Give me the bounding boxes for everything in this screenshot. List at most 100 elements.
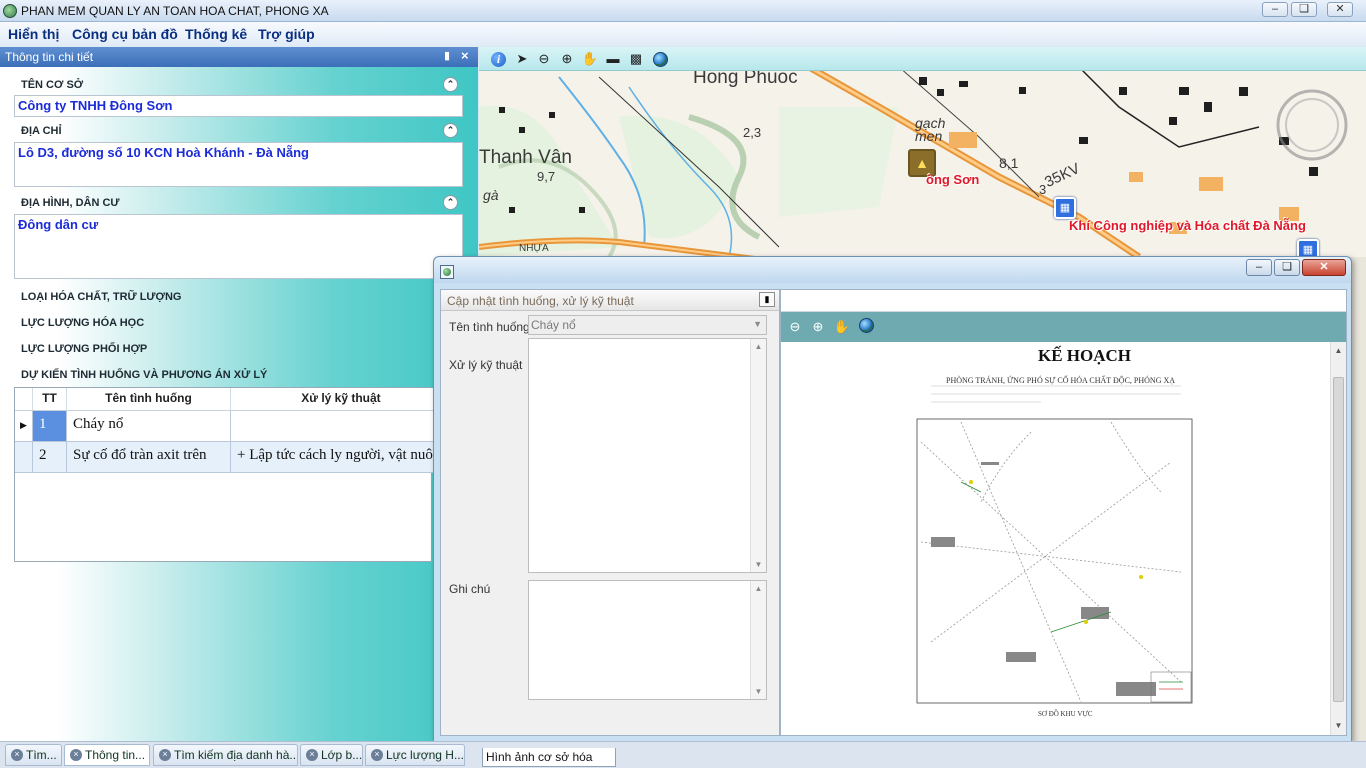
window-title: PHAN MEM QUAN LY AN TOAN HOA CHAT, PHONG… bbox=[21, 4, 329, 18]
map-label-9-7: 9,7 bbox=[537, 169, 556, 184]
notes-textarea[interactable]: ▲ ▼ bbox=[528, 580, 767, 700]
close-tab-icon[interactable]: × bbox=[159, 749, 171, 761]
facility-name-field[interactable]: Công ty TNHH Đông Sơn bbox=[14, 95, 463, 117]
pan-hand-icon[interactable]: ✋ bbox=[833, 318, 851, 336]
tab-label: Lực lượng H... bbox=[386, 748, 464, 762]
row-treatment-cell[interactable]: + Lập tức cách ly người, vật nuôi bbox=[231, 442, 451, 473]
row-tt-cell[interactable]: 2 bbox=[33, 442, 67, 473]
grid-header-tt[interactable]: TT bbox=[33, 388, 67, 411]
minimize-button[interactable]: – bbox=[1262, 2, 1288, 17]
pointer-icon[interactable]: ➤ bbox=[513, 50, 531, 68]
menu-bar: Hiển thị Công cụ bản đồ Thống kê Trợ giú… bbox=[0, 22, 1366, 46]
map-label-3: 3 bbox=[1039, 182, 1047, 197]
address-field[interactable]: Lô D3, đường số 10 KCN Hoà Khánh - Đà Nẵ… bbox=[14, 142, 463, 187]
measure-distance-icon[interactable]: ▬ bbox=[604, 50, 622, 68]
map-label-2-3: 2,3 bbox=[743, 125, 762, 140]
pin-icon[interactable]: ▮ bbox=[444, 49, 450, 62]
row-indicator-cell[interactable] bbox=[15, 442, 33, 473]
close-tab-icon[interactable]: × bbox=[371, 749, 383, 761]
tab-forces[interactable]: × Lực lượng H... bbox=[365, 744, 465, 766]
scenario-name-select[interactable]: Cháy nổ ▼ bbox=[528, 315, 767, 335]
coordination-forces-section-label[interactable]: LỰC LƯỢNG PHỐI HỢP bbox=[21, 343, 147, 355]
scroll-down-icon[interactable]: ▼ bbox=[1331, 719, 1346, 733]
address-section-label: ĐỊA CHỈ bbox=[21, 125, 62, 137]
dialog-maximize-button[interactable]: ❑ bbox=[1274, 259, 1300, 276]
map-toolbar: i ➤ ⊖ ⊕ ✋ ▬ ▩ bbox=[479, 47, 1366, 71]
collapse-address-icon[interactable]: ⌃ bbox=[443, 123, 458, 138]
close-button[interactable]: ✕ bbox=[1327, 2, 1353, 17]
tab-label: Lớp b... bbox=[321, 748, 363, 762]
map-label-ga: gà bbox=[483, 187, 499, 203]
scroll-thumb[interactable] bbox=[1333, 377, 1344, 702]
close-tab-icon[interactable]: × bbox=[70, 749, 82, 761]
scroll-down-icon[interactable]: ▼ bbox=[751, 684, 766, 699]
treatment-scrollbar[interactable]: ▲ ▼ bbox=[750, 339, 766, 572]
map-label-gach-men: gạch men bbox=[915, 115, 946, 144]
close-tab-icon[interactable]: × bbox=[306, 749, 318, 761]
map-marker-dong-son-label: ông Sơn bbox=[926, 172, 980, 187]
pan-hand-icon[interactable]: ✋ bbox=[581, 50, 599, 68]
tab-place-search[interactable]: × Tìm kiếm địa danh hà... bbox=[153, 744, 298, 766]
tab-search[interactable]: × Tìm... bbox=[5, 744, 62, 766]
address-value: Lô D3, đường số 10 KCN Hoà Khánh - Đà Nẵ… bbox=[18, 145, 309, 160]
scroll-up-icon[interactable]: ▲ bbox=[751, 581, 766, 596]
row-selector-icon[interactable]: ▶ bbox=[15, 411, 33, 442]
dialog-caption-bar[interactable]: – ❑ ✕ bbox=[434, 257, 1351, 283]
pin-icon[interactable]: ▮ bbox=[759, 292, 775, 307]
grid-header-treatment[interactable]: Xử lý kỹ thuật bbox=[231, 388, 451, 411]
row-treatment-cell[interactable] bbox=[231, 411, 451, 442]
scroll-up-icon[interactable]: ▲ bbox=[751, 339, 766, 354]
row-tt-cell[interactable]: 1 bbox=[33, 411, 67, 442]
row-name-cell[interactable]: Cháy nổ bbox=[67, 411, 231, 442]
treatment-textarea[interactable]: ▲ ▼ bbox=[528, 338, 767, 573]
zoom-out-icon[interactable]: ⊖ bbox=[535, 50, 553, 68]
scenario-grid[interactable]: TT Tên tình huống Xử lý kỹ thuật ▶ 1 Chá… bbox=[14, 387, 451, 562]
info-icon[interactable]: i bbox=[491, 52, 506, 67]
tab-facility-image[interactable]: Hình ảnh cơ sở hóa chất bbox=[482, 748, 616, 767]
row-name-cell[interactable]: Sự cố đổ tràn axit trên bbox=[67, 442, 231, 473]
details-panel-header: Thông tin chi tiết ▮ × bbox=[0, 47, 478, 67]
collapse-terrain-icon[interactable]: ⌃ bbox=[443, 195, 458, 210]
app-icon bbox=[3, 4, 17, 18]
close-tab-icon[interactable]: × bbox=[11, 749, 23, 761]
grid-header-name[interactable]: Tên tình huống bbox=[67, 388, 231, 411]
tab-details[interactable]: × Thông tin... bbox=[64, 744, 150, 766]
menu-statistics[interactable]: Thống kê bbox=[185, 26, 247, 42]
maximize-button[interactable]: ❑ bbox=[1291, 2, 1317, 17]
scenario-name-value: Cháy nổ bbox=[531, 318, 576, 332]
tab-label: Thông tin... bbox=[85, 748, 146, 762]
terrain-field[interactable]: Đông dân cư bbox=[14, 214, 463, 279]
tab-layers[interactable]: × Lớp b... bbox=[300, 744, 363, 766]
scenario-name-label: Tên tình huống bbox=[449, 320, 530, 334]
scroll-up-icon[interactable]: ▲ bbox=[1331, 344, 1346, 358]
menu-help[interactable]: Trợ giúp bbox=[258, 26, 315, 42]
menu-view[interactable]: Hiển thị bbox=[8, 26, 59, 42]
dialog-minimize-button[interactable]: – bbox=[1246, 259, 1272, 276]
measure-area-icon[interactable]: ▩ bbox=[627, 50, 645, 68]
globe-icon[interactable] bbox=[653, 52, 668, 67]
terrain-value: Đông dân cư bbox=[18, 217, 99, 232]
chemical-marker-icon[interactable]: ▦ bbox=[1054, 197, 1076, 219]
dialog-app-icon bbox=[440, 265, 454, 279]
document-scrollbar[interactable]: ▲ ▼ bbox=[1330, 342, 1346, 735]
scenario-form-header: Cập nhật tình huống, xử lý kỹ thuật ▮ bbox=[441, 290, 779, 311]
chemical-forces-section-label[interactable]: LỰC LƯỢNG HÓA HỌC bbox=[21, 317, 144, 329]
zoom-out-icon[interactable]: ⊖ bbox=[786, 318, 804, 336]
scenario-form-panel: Cập nhật tình huống, xử lý kỹ thuật ▮ Tê… bbox=[440, 289, 780, 736]
globe-icon[interactable] bbox=[859, 318, 874, 333]
notes-scrollbar[interactable]: ▲ ▼ bbox=[750, 581, 766, 699]
menu-map-tools[interactable]: Công cụ bản đồ bbox=[72, 26, 178, 42]
scenarios-section-label[interactable]: DỰ KIẾN TÌNH HUỐNG VÀ PHƯƠNG ÁN XỬ LÝ bbox=[21, 369, 267, 381]
dialog-close-button[interactable]: ✕ bbox=[1302, 259, 1346, 276]
chevron-down-icon[interactable]: ▼ bbox=[753, 319, 762, 329]
title-bar: PHAN MEM QUAN LY AN TOAN HOA CHAT, PHONG… bbox=[0, 0, 1366, 22]
document-image[interactable]: KẾ HOẠCH PHÒNG TRÁNH, ỨNG PHÓ SỰ CỐ HÓA … bbox=[781, 342, 1330, 735]
zoom-in-icon[interactable]: ⊕ bbox=[809, 318, 827, 336]
chemicals-section-label[interactable]: LOẠI HÓA CHẤT, TRỮ LƯỢNG bbox=[21, 291, 181, 303]
zoom-in-icon[interactable]: ⊕ bbox=[558, 50, 576, 68]
scroll-down-icon[interactable]: ▼ bbox=[751, 557, 766, 572]
map-label-nhua: NHỰA bbox=[519, 243, 549, 254]
collapse-facility-icon[interactable]: ⌃ bbox=[443, 77, 458, 92]
document-viewer-topbar bbox=[781, 290, 1346, 312]
close-panel-icon[interactable]: × bbox=[461, 48, 469, 63]
